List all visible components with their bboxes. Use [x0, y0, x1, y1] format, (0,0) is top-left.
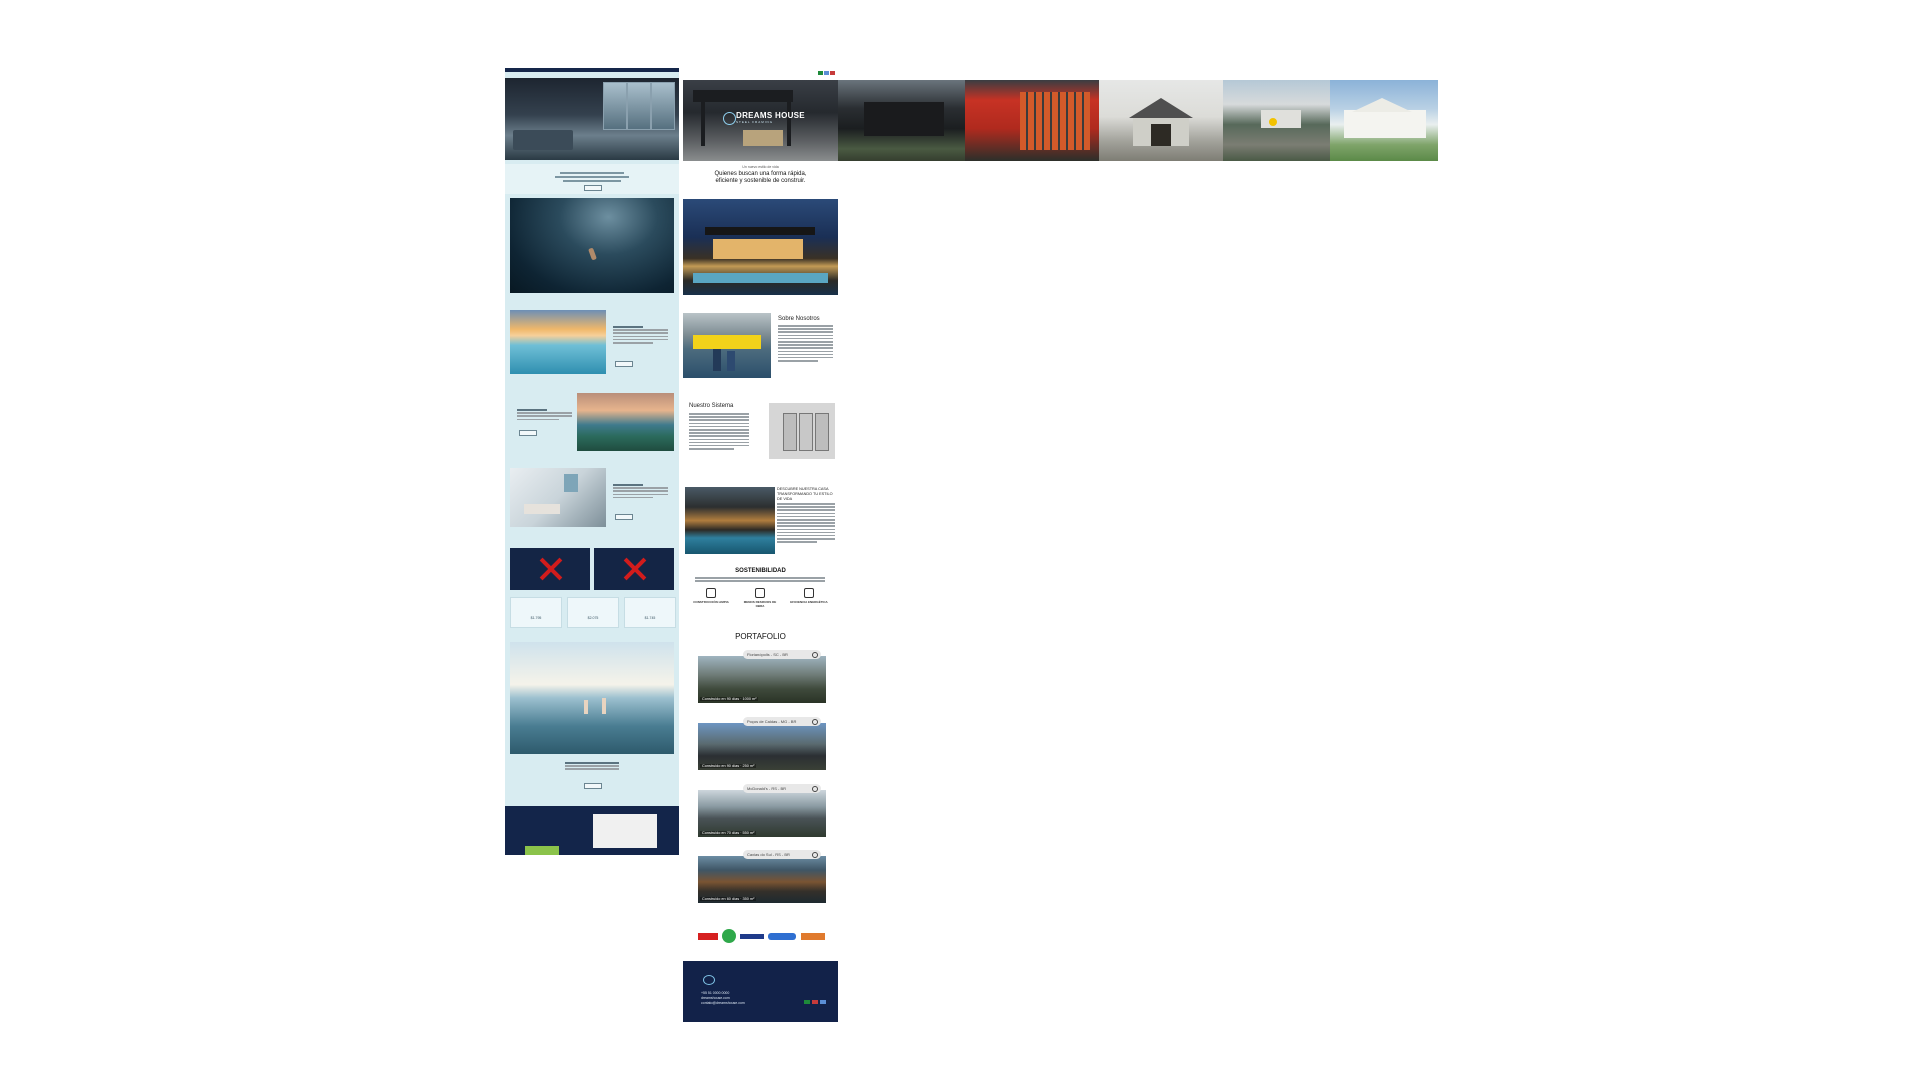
- top-nav-bar: [505, 68, 679, 72]
- broken-image-card-2: [594, 548, 674, 590]
- sustainability-title: SOSTENIBILIDAD: [735, 568, 786, 574]
- leaf-icon: [706, 588, 716, 598]
- pool-house-image: [685, 487, 775, 554]
- language-flags[interactable]: [818, 71, 836, 75]
- price-card-2[interactable]: $2.075: [567, 597, 619, 628]
- portfolio-location-pill[interactable]: Caxias do Sul - RS - BR: [743, 850, 821, 859]
- pool-more-button[interactable]: [615, 361, 633, 367]
- strip-image-dark-house: [838, 80, 965, 161]
- hero-image-lounge: [505, 78, 679, 160]
- sustainability-item-1: CONSTRUCCIÓN LIMPIA: [691, 588, 731, 604]
- resort-footer: [505, 806, 679, 855]
- sustainability-item-3: EFICIENCIA ENERGÉTICA: [789, 588, 829, 604]
- portfolio-card-4[interactable]: Caxias do Sul - RS - BR Construido en 60…: [698, 850, 826, 903]
- modern-house-image: [683, 199, 838, 295]
- portfolio-location-pill[interactable]: Poços de Caldas - MG - BR: [743, 717, 821, 726]
- cta-button[interactable]: [584, 783, 602, 789]
- portfolio-card-2[interactable]: Poços de Caldas - MG - BR Construido en …: [698, 717, 826, 770]
- system-title: Nuestro Sistema: [689, 403, 734, 409]
- broken-image-card-1: [510, 548, 590, 590]
- logo-house-icon: [723, 112, 736, 125]
- portfolio-location-pill[interactable]: McDonald's - RS - BR: [743, 784, 821, 793]
- footer-logo-icon: [703, 975, 715, 985]
- infinity-pool-image: [510, 310, 606, 374]
- map-image: [593, 814, 657, 848]
- footer-language-flags[interactable]: [804, 1000, 826, 1004]
- portfolio-title: PORTAFOLIO: [735, 632, 786, 641]
- partner-logo-4: [768, 933, 796, 940]
- site-footer: +55 51 0000 0000 dreamshouse.com contato…: [683, 961, 838, 1022]
- interior-more-button[interactable]: [615, 514, 633, 520]
- portfolio-location-pill[interactable]: Florianópolis - SC - BR: [743, 650, 821, 659]
- search-icon: [812, 652, 818, 658]
- red-x-icon: [539, 557, 563, 581]
- brand-logo[interactable]: DREAMS HOUSE STEEL FRAMING: [723, 111, 805, 125]
- partner-logo-5: [801, 933, 825, 940]
- resort-more-button[interactable]: [519, 430, 537, 436]
- strip-image-red-building: [965, 80, 1099, 161]
- intro-band: [505, 164, 679, 194]
- strip-image-street-aerial: [1223, 80, 1330, 161]
- pool-heading: DESCUBRE NUESTRA CASA TRANSFORMANDO TU E…: [777, 487, 833, 501]
- red-x-icon: [623, 557, 647, 581]
- paddleboard-image: [510, 642, 674, 754]
- steel-frame-panels-image: [769, 403, 835, 459]
- partner-logo-1: [698, 933, 718, 940]
- partner-logos: [698, 929, 828, 943]
- recycle-icon: [755, 588, 765, 598]
- hero-house-image: DREAMS HOUSE STEEL FRAMING: [683, 80, 838, 161]
- intro-heading: Quienes buscan una forma rápida, eficien…: [714, 171, 807, 184]
- price-card-1[interactable]: $1.795: [510, 597, 562, 628]
- dreams-house-page: DREAMS HOUSE STEEL FRAMING Un nuevo esti…: [683, 71, 838, 1026]
- energy-icon: [804, 588, 814, 598]
- portfolio-card-1[interactable]: Florianópolis - SC - BR Construido en 90…: [698, 650, 826, 703]
- search-icon: [812, 786, 818, 792]
- strip-image-white-house: [1330, 80, 1438, 161]
- about-title: Sobre Nosotros: [778, 316, 820, 322]
- strip-image-gable-house: [1099, 80, 1223, 161]
- search-icon: [812, 719, 818, 725]
- underwater-image: [510, 198, 674, 293]
- portfolio-card-3[interactable]: McDonald's - RS - BR Construido en 70 dí…: [698, 784, 826, 837]
- resort-aerial-image: [577, 393, 674, 451]
- intro-button[interactable]: [584, 185, 602, 191]
- partner-logo-2: [722, 929, 736, 943]
- resort-page-preview: $1.795 $2.075 $1.745: [505, 68, 679, 855]
- interior-image: [510, 468, 606, 527]
- price-card-3[interactable]: $1.745: [624, 597, 676, 628]
- footer-email[interactable]: contato@dreamshouse.com: [701, 1001, 745, 1006]
- partner-logo-3: [740, 934, 764, 939]
- factory-image: [683, 313, 771, 378]
- intro-kicker: Un nuevo estilo de vida: [742, 165, 779, 169]
- sustainability-item-2: MENOS RESIDUOS DE OBRA: [740, 588, 780, 608]
- search-icon: [812, 852, 818, 858]
